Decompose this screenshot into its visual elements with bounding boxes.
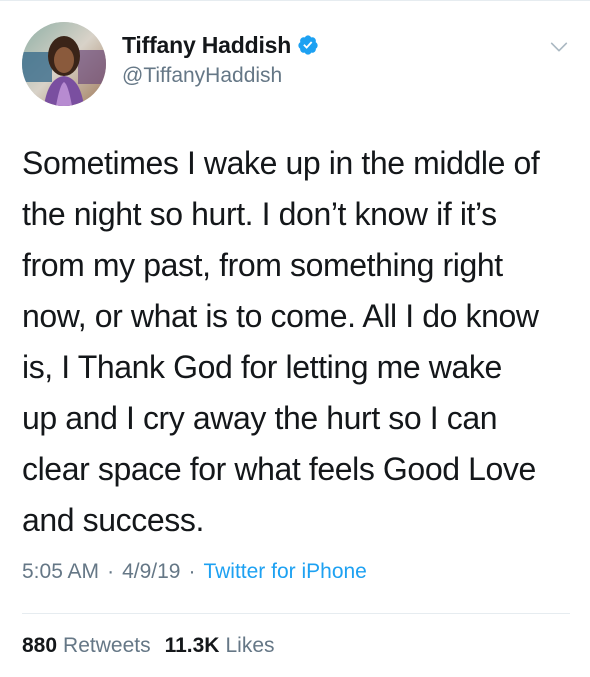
- tweet-time[interactable]: 5:05 AM: [22, 560, 99, 584]
- avatar[interactable]: [22, 22, 106, 106]
- tweet-card: Tiffany Haddish @TiffanyHaddish Sometime…: [0, 0, 590, 677]
- tweet-text: Sometimes I wake up in the middle of the…: [22, 145, 540, 538]
- likes-label: Likes: [225, 634, 275, 657]
- display-name[interactable]: Tiffany Haddish: [122, 32, 291, 59]
- meta-separator: ·: [107, 560, 115, 583]
- user-handle[interactable]: @TiffanyHaddish: [122, 64, 319, 88]
- meta-separator: ·: [188, 560, 196, 583]
- tweet-date[interactable]: 4/9/19: [122, 560, 180, 584]
- retweets-label: Retweets: [63, 634, 151, 657]
- chevron-down-icon[interactable]: [548, 36, 570, 58]
- profile-photo-icon: [22, 22, 106, 106]
- tweet-source-link[interactable]: Twitter for iPhone: [203, 560, 366, 584]
- likes-count: 11.3K: [164, 634, 220, 657]
- retweets-count: 880: [22, 634, 58, 657]
- verified-badge-icon: [298, 35, 318, 55]
- top-divider: [0, 0, 590, 1]
- stats-divider: [22, 613, 570, 614]
- tweet-header: Tiffany Haddish @TiffanyHaddish: [22, 22, 570, 106]
- retweets-stat[interactable]: 880 Retweets: [22, 634, 151, 658]
- tweet-meta: 5:05 AM · 4/9/19 · Twitter for iPhone: [22, 560, 367, 584]
- likes-stat[interactable]: 11.3K Likes: [165, 634, 275, 658]
- tweet-stats: 880 Retweets 11.3K Likes: [22, 634, 275, 658]
- name-block: Tiffany Haddish @TiffanyHaddish: [122, 30, 319, 88]
- display-name-row: Tiffany Haddish: [122, 30, 319, 60]
